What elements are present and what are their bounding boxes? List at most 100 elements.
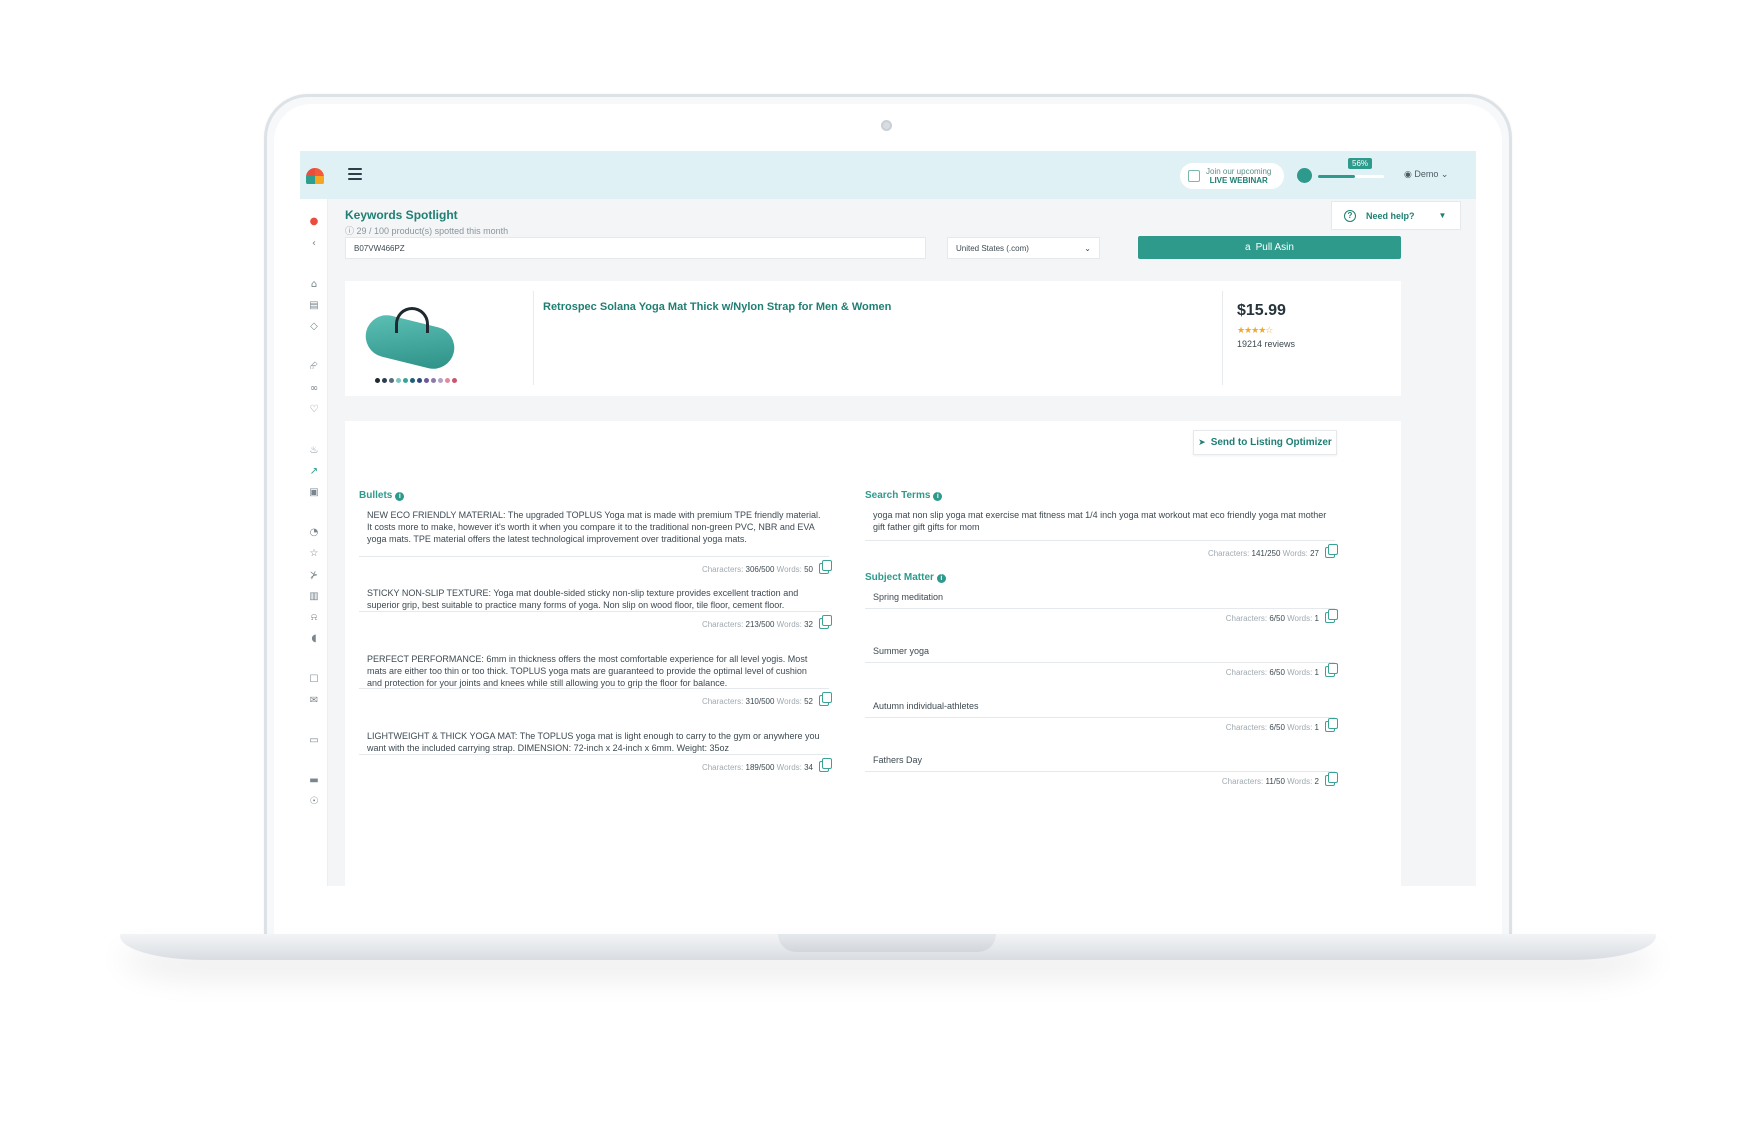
tag-icon[interactable]: ⮳: [308, 360, 320, 372]
glasses-icon[interactable]: ∞: [308, 382, 320, 394]
share-icon[interactable]: ‹: [308, 237, 320, 249]
chevron-down-icon: ⌄: [1084, 243, 1091, 253]
listing-field-text[interactable]: Spring meditation: [865, 591, 1335, 609]
color-swatch[interactable]: [403, 378, 408, 383]
graduation-cap-icon[interactable]: ⌂: [308, 278, 320, 290]
field-stats: Characters: 310/500 Words: 52: [359, 692, 832, 706]
top-bar: Join our upcoming LIVE WEBINAR 56% ◉ Dem…: [300, 151, 1476, 199]
color-swatch[interactable]: [389, 378, 394, 383]
marketplace-select[interactable]: United States (.com) ⌄: [947, 237, 1100, 259]
page-title: Keywords Spotlight: [345, 208, 458, 222]
info-icon[interactable]: i: [936, 574, 946, 583]
listing-field-text[interactable]: Autumn individual-athletes: [865, 700, 1335, 718]
color-swatch[interactable]: [382, 378, 387, 383]
need-help-button[interactable]: ? Need help? ▼: [1331, 201, 1461, 230]
color-swatch[interactable]: [410, 378, 415, 383]
progress-badge: 56%: [1348, 158, 1373, 169]
alert-bell-icon[interactable]: ●: [308, 215, 320, 227]
need-help-label: Need help?: [1366, 210, 1415, 221]
send-to-listing-optimizer-button[interactable]: ➤ Send to Listing Optimizer: [1193, 430, 1337, 455]
color-swatch[interactable]: [396, 378, 401, 383]
listing-details: ➤ Send to Listing Optimizer Bullets i Sea…: [345, 421, 1401, 886]
cart-icon[interactable]: ⊁: [308, 569, 320, 581]
support-icon[interactable]: ☉: [308, 795, 320, 807]
chat-icon[interactable]: ▭: [308, 734, 320, 746]
copy-icon[interactable]: [819, 615, 832, 629]
shield-icon[interactable]: ◖: [308, 632, 320, 644]
field-stats: Characters: 6/50 Words: 1: [865, 718, 1338, 732]
color-swatch[interactable]: [452, 378, 457, 383]
webcam: [881, 120, 892, 131]
characters-count: 306/500: [745, 565, 775, 574]
amazon-icon: a: [1245, 242, 1251, 253]
marketplace-value: United States (.com): [956, 243, 1029, 253]
copy-icon[interactable]: [1325, 663, 1338, 677]
speedometer-icon[interactable]: ◔: [308, 526, 320, 538]
bullets-heading: Bullets i: [359, 490, 405, 501]
copy-icon[interactable]: [819, 692, 832, 706]
diamond-icon[interactable]: ◇: [308, 320, 320, 332]
info-icon[interactable]: i: [395, 492, 405, 501]
listing-field-text[interactable]: NEW ECO FRIENDLY MATERIAL: The upgraded …: [359, 509, 829, 557]
characters-label: Characters:: [1225, 614, 1270, 623]
pull-asin-button[interactable]: a Pull Asin: [1138, 236, 1401, 259]
mail-icon[interactable]: ✉: [308, 694, 320, 706]
bullets-label: Bullets: [359, 490, 393, 501]
copy-icon[interactable]: [819, 758, 832, 772]
characters-count: 189/500: [745, 763, 775, 772]
field-stats: Characters: 11/50 Words: 2: [865, 772, 1338, 786]
sidebar: ● ‹ ⌂ ▤ ◇ ⮳ ∞ ♡ ♨ ↗ ▣ ◔ ☆ ⊁ ▥ ⍾ ◖ ☐ ✉ ▭ ▬ ☉: [300, 199, 328, 886]
color-swatch[interactable]: [445, 378, 450, 383]
listing-field-text[interactable]: STICKY NON-SLIP TEXTURE: Yoga mat double…: [359, 587, 829, 612]
copy-icon[interactable]: [819, 560, 832, 574]
characters-label: Characters:: [701, 620, 746, 629]
car-icon[interactable]: ▬: [308, 774, 320, 786]
caret-down-icon: ▼: [1438, 211, 1447, 220]
listing-field-text[interactable]: LIGHTWEIGHT & THICK YOGA MAT: The TOPLUS…: [359, 730, 829, 755]
star-icon[interactable]: ☆: [308, 547, 320, 559]
fire-icon[interactable]: ♨: [308, 444, 320, 456]
words-label: Words:: [774, 565, 805, 574]
info-icon[interactable]: i: [933, 492, 943, 501]
chevron-down-icon: ⌄: [1440, 169, 1449, 179]
words-count: 1: [1314, 668, 1319, 677]
color-swatch[interactable]: [417, 378, 422, 383]
subject-matter-label: Subject Matter: [865, 572, 934, 583]
webinar-button[interactable]: Join our upcoming LIVE WEBINAR: [1180, 163, 1284, 189]
ledger-icon[interactable]: ▥: [308, 590, 320, 602]
listing-field-text[interactable]: Fathers Day: [865, 754, 1335, 772]
color-swatch[interactable]: [431, 378, 436, 383]
words-label: Words:: [1284, 668, 1315, 677]
image-icon[interactable]: ▣: [308, 486, 320, 498]
product-card: Retrospec Solana Yoga Mat Thick w/Nylon …: [345, 281, 1401, 396]
words-count: 32: [804, 620, 813, 629]
listing-field-text[interactable]: yoga mat non slip yoga mat exercise mat …: [865, 509, 1335, 541]
copy-icon[interactable]: [1325, 718, 1338, 732]
product-title[interactable]: Retrospec Solana Yoga Mat Thick w/Nylon …: [543, 301, 891, 313]
menu-toggle-icon[interactable]: [348, 168, 362, 180]
heart-icon[interactable]: ♡: [308, 403, 320, 415]
copy-icon[interactable]: [1325, 609, 1338, 623]
inbox-icon[interactable]: ☐: [308, 673, 320, 685]
app-logo[interactable]: [306, 168, 324, 184]
characters-label: Characters:: [1225, 723, 1270, 732]
user-menu[interactable]: ◉ Demo ⌄: [1404, 169, 1448, 180]
words-label: Words:: [774, 620, 805, 629]
listing-field-text[interactable]: Summer yoga: [865, 645, 1335, 663]
color-swatch[interactable]: [438, 378, 443, 383]
characters-label: Characters:: [1207, 549, 1252, 558]
copy-icon[interactable]: [1325, 772, 1338, 786]
product-image[interactable]: [361, 307, 459, 374]
page-subtitle: ⓘ 29 / 100 product(s) spotted this month: [345, 224, 508, 237]
rocket-icon[interactable]: ↗: [308, 465, 320, 477]
color-swatch[interactable]: [375, 378, 380, 383]
webinar-icon: [1188, 170, 1200, 182]
book-icon[interactable]: ▤: [308, 299, 320, 311]
bell-icon[interactable]: ⍾: [308, 611, 320, 623]
copy-icon[interactable]: [1325, 544, 1338, 558]
search-terms-label: Search Terms: [865, 490, 931, 501]
asin-input[interactable]: [345, 237, 926, 259]
words-label: Words:: [774, 763, 805, 772]
listing-field-text[interactable]: PERFECT PERFORMANCE: 6mm in thickness of…: [359, 653, 829, 689]
color-swatch[interactable]: [424, 378, 429, 383]
